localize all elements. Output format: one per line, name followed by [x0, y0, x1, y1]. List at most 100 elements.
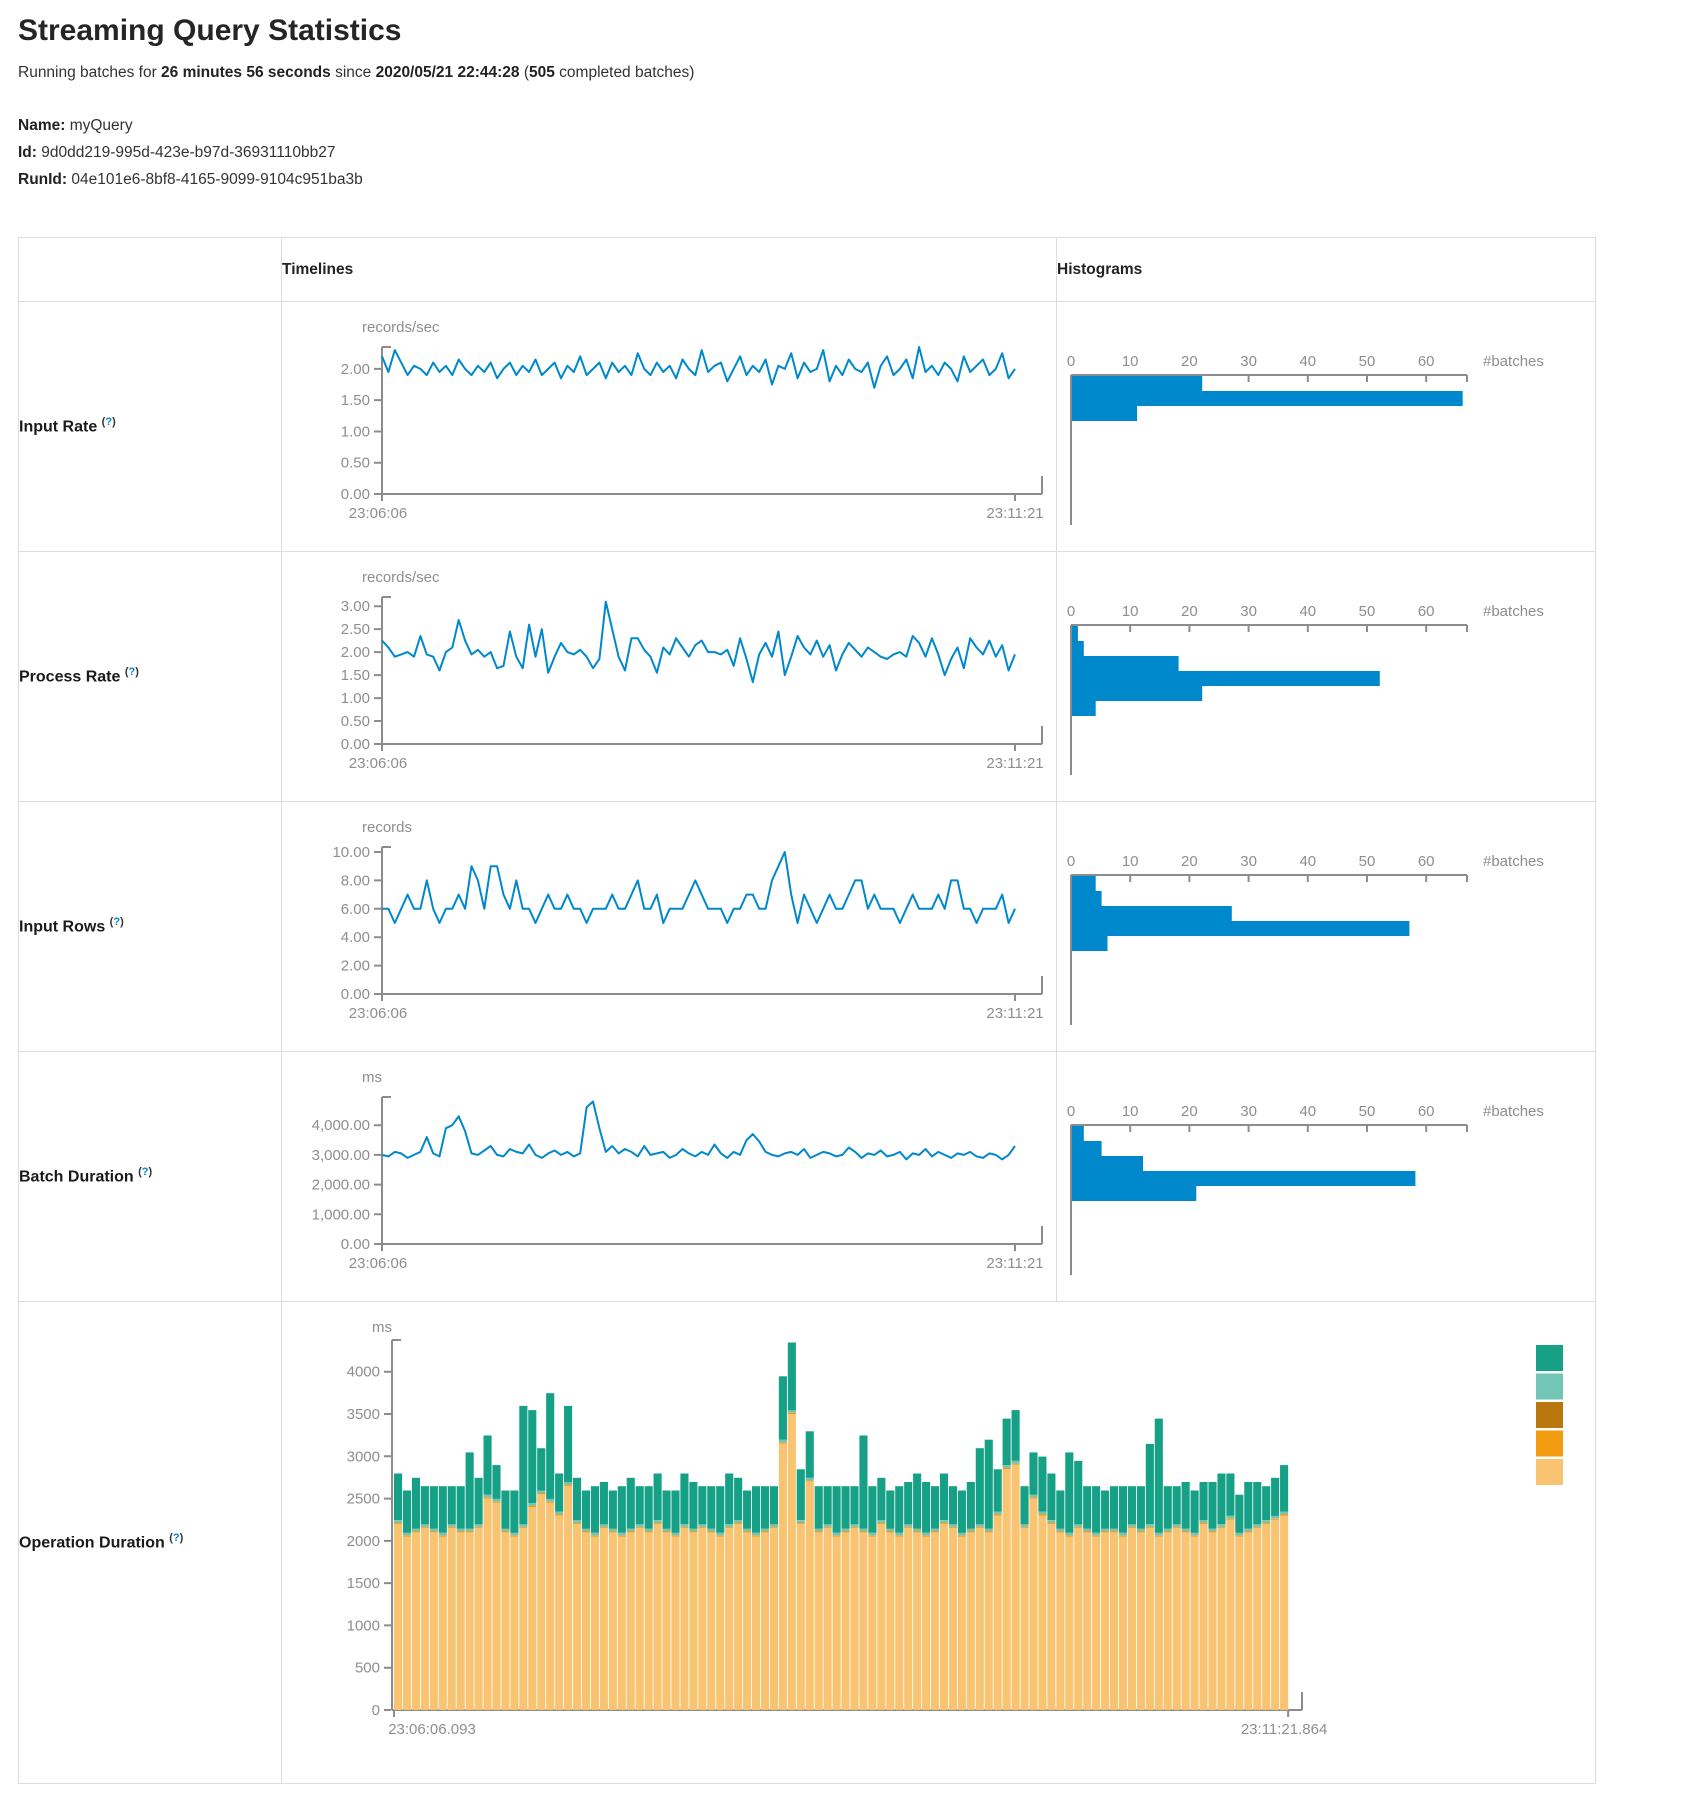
start-time: 2020/05/21 22:44:28: [376, 64, 520, 81]
query-runid-line: RunId: 04e101e6-8bf8-4165-9099-9104c951b…: [18, 166, 1675, 193]
table-header-row: Timelines Histograms: [19, 238, 1596, 302]
svg-text:23:11:21: 23:11:21: [986, 1255, 1043, 1272]
svg-text:23:11:21: 23:11:21: [986, 755, 1043, 772]
svg-text:1.50: 1.50: [341, 667, 370, 684]
paren-open: (: [520, 64, 529, 81]
process-rate-help-icon[interactable]: (?): [125, 666, 139, 678]
input-rate-help-icon[interactable]: (?): [102, 416, 116, 428]
svg-text:30: 30: [1240, 353, 1257, 370]
svg-text:1.00: 1.00: [341, 690, 370, 707]
operation-duration-chart: ms4000350030002500200015001000500023:06:…: [282, 1302, 1595, 1772]
input-rate-histogram-chart: 0102030405060#batches: [1057, 302, 1595, 537]
batch-duration-label: Batch Duration (?): [19, 1052, 282, 1302]
svg-text:0.00: 0.00: [341, 486, 370, 503]
operation-duration-label: Operation Duration (?): [19, 1302, 282, 1784]
svg-text:2.00: 2.00: [341, 644, 370, 661]
input-rate-histogram-cell: 0102030405060#batches: [1057, 302, 1596, 552]
svg-text:3500: 3500: [347, 1406, 380, 1423]
svg-text:50: 50: [1359, 603, 1376, 620]
batch-duration-row: Batch Duration (?) ms4,000.003,000.002,0…: [19, 1052, 1596, 1302]
input-rows-timeline-cell: records10.008.006.004.002.000.0023:06:06…: [282, 802, 1057, 1052]
svg-text:30: 30: [1240, 853, 1257, 870]
svg-text:3,000.00: 3,000.00: [312, 1147, 370, 1164]
statistics-table: Timelines Histograms Input Rate (?) reco…: [18, 237, 1596, 1784]
since-text: since: [331, 64, 376, 81]
process-rate-histogram-chart: 0102030405060#batches: [1057, 552, 1595, 787]
svg-text:1.00: 1.00: [341, 423, 370, 440]
batch-duration-histogram-chart: 0102030405060#batches: [1057, 1052, 1595, 1287]
operation-duration-chart-cell: ms4000350030002500200015001000500023:06:…: [282, 1302, 1596, 1784]
running-batches-summary: Running batches for 26 minutes 56 second…: [18, 64, 1675, 82]
process-rate-row: Process Rate (?) records/sec3.002.502.00…: [19, 552, 1596, 802]
process-rate-timeline-cell: records/sec3.002.502.001.501.000.500.002…: [282, 552, 1057, 802]
svg-text:500: 500: [355, 1660, 380, 1677]
query-name-line: Name: myQuery: [18, 112, 1675, 139]
operation-duration-help-icon[interactable]: (?): [169, 1532, 183, 1544]
svg-text:23:06:06: 23:06:06: [349, 1005, 407, 1022]
svg-text:23:06:06: 23:06:06: [349, 505, 407, 522]
input-rate-row: Input Rate (?) records/sec2.001.501.000.…: [19, 302, 1596, 552]
svg-text:1.50: 1.50: [341, 392, 370, 409]
svg-text:0.00: 0.00: [341, 1236, 370, 1253]
svg-text:60: 60: [1418, 603, 1435, 620]
svg-text:1500: 1500: [347, 1575, 380, 1592]
svg-text:records/sec: records/sec: [362, 569, 440, 586]
batch-duration-timeline-chart: ms4,000.003,000.002,000.001,000.000.0023…: [282, 1052, 1056, 1287]
input-rows-help-icon[interactable]: (?): [110, 916, 124, 928]
svg-text:60: 60: [1418, 853, 1435, 870]
svg-text:0.00: 0.00: [341, 736, 370, 753]
svg-text:40: 40: [1299, 1103, 1316, 1120]
svg-text:0: 0: [1067, 603, 1075, 620]
input-rows-timeline-chart: records10.008.006.004.002.000.0023:06:06…: [282, 802, 1056, 1037]
batch-duration-help-icon[interactable]: (?): [138, 1166, 152, 1178]
svg-text:40: 40: [1299, 353, 1316, 370]
svg-text:0.50: 0.50: [341, 455, 370, 472]
svg-text:0: 0: [372, 1702, 380, 1719]
svg-text:6.00: 6.00: [341, 901, 370, 918]
svg-text:50: 50: [1359, 853, 1376, 870]
svg-text:30: 30: [1240, 603, 1257, 620]
svg-text:60: 60: [1418, 353, 1435, 370]
svg-text:23:11:21: 23:11:21: [986, 1005, 1043, 1022]
svg-text:20: 20: [1181, 853, 1198, 870]
query-info: Name: myQuery Id: 9d0dd219-995d-423e-b97…: [18, 112, 1675, 193]
svg-text:1,000.00: 1,000.00: [312, 1206, 370, 1223]
batch-duration-histogram-cell: 0102030405060#batches: [1057, 1052, 1596, 1302]
svg-text:50: 50: [1359, 1103, 1376, 1120]
svg-text:4,000.00: 4,000.00: [312, 1117, 370, 1134]
svg-text:50: 50: [1359, 353, 1376, 370]
process-rate-histogram-cell: 0102030405060#batches: [1057, 552, 1596, 802]
input-rows-label: Input Rows (?): [19, 802, 282, 1052]
svg-text:40: 40: [1299, 853, 1316, 870]
query-runid-value: 04e101e6-8bf8-4165-9099-9104c951ba3b: [71, 171, 362, 188]
input-rate-timeline-chart: records/sec2.001.501.000.500.0023:06:062…: [282, 302, 1056, 537]
input-rows-row: Input Rows (?) records10.008.006.004.002…: [19, 802, 1596, 1052]
svg-text:records: records: [362, 819, 412, 836]
batch-duration-timeline-cell: ms4,000.003,000.002,000.001,000.000.0023…: [282, 1052, 1057, 1302]
svg-text:2,000.00: 2,000.00: [312, 1177, 370, 1194]
svg-text:8.00: 8.00: [341, 872, 370, 889]
svg-text:23:06:06: 23:06:06: [349, 755, 407, 772]
query-id-value: 9d0dd219-995d-423e-b97d-36931110bb27: [41, 144, 335, 161]
svg-text:0: 0: [1067, 1103, 1075, 1120]
query-id-line: Id: 9d0dd219-995d-423e-b97d-36931110bb27: [18, 139, 1675, 166]
svg-text:0: 0: [1067, 853, 1075, 870]
page-title: Streaming Query Statistics: [18, 14, 1675, 48]
svg-text:#batches: #batches: [1483, 603, 1544, 620]
svg-text:23:06:06.093: 23:06:06.093: [388, 1721, 476, 1738]
corner-header-cell: [19, 238, 282, 302]
query-id-label: Id:: [18, 144, 37, 161]
svg-text:#batches: #batches: [1483, 353, 1544, 370]
svg-text:1000: 1000: [347, 1617, 380, 1634]
svg-text:23:11:21.864: 23:11:21.864: [1241, 1721, 1327, 1738]
svg-text:#batches: #batches: [1483, 853, 1544, 870]
process-rate-timeline-chart: records/sec3.002.502.001.501.000.500.002…: [282, 552, 1056, 787]
running-duration: 26 minutes 56 seconds: [161, 64, 331, 81]
svg-text:0.00: 0.00: [341, 986, 370, 1003]
operation-duration-row: Operation Duration (?) ms400035003000250…: [19, 1302, 1596, 1784]
svg-text:10: 10: [1122, 603, 1139, 620]
svg-text:2500: 2500: [347, 1491, 380, 1508]
svg-text:20: 20: [1181, 603, 1198, 620]
svg-text:2.00: 2.00: [341, 361, 370, 378]
streaming-statistics-page: Streaming Query Statistics Running batch…: [0, 14, 1693, 1784]
